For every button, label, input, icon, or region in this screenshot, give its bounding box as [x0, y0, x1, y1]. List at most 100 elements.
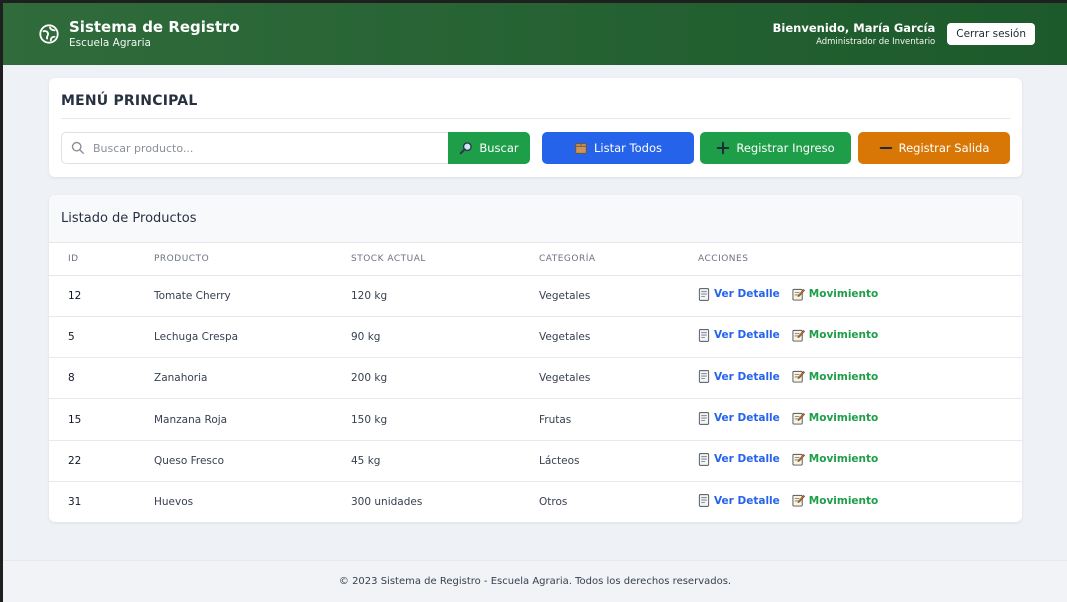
- cell-product: Manzana Roja: [154, 398, 351, 441]
- list-all-label: Listar Todos: [594, 141, 662, 155]
- cell-stock: 90 kg: [351, 316, 539, 359]
- cell-stock: 150 kg: [351, 398, 539, 441]
- minus-icon: [879, 146, 892, 150]
- cell-id: 8: [49, 357, 154, 400]
- register-entry-label: Registrar Ingreso: [736, 141, 835, 155]
- column-header-stock: STOCK ACTUAL: [351, 243, 539, 276]
- cell-id: 5: [49, 316, 154, 359]
- memo-icon: [792, 494, 805, 507]
- cell-actions: Ver Detalle Movimiento: [698, 440, 1022, 482]
- column-header-actions: ACCIONES: [698, 243, 1022, 276]
- cell-actions: Ver Detalle Movimiento: [698, 398, 1022, 441]
- table-header-row: ID PRODUCTO STOCK ACTUAL CATEGORÍA ACCIO…: [49, 243, 1022, 276]
- cell-category: Lácteos: [539, 440, 698, 482]
- movement-label: Movimiento: [808, 412, 879, 425]
- view-detail-link[interactable]: Ver Detalle: [698, 287, 780, 301]
- view-detail-label: Ver Detalle: [714, 329, 780, 342]
- search-box: [61, 132, 449, 164]
- document-icon: [698, 453, 710, 466]
- movement-link[interactable]: Movimiento: [792, 412, 878, 425]
- column-header-category: CATEGORÍA: [539, 243, 698, 276]
- cell-category: Vegetales: [539, 357, 698, 400]
- memo-icon: [792, 370, 805, 383]
- search-button[interactable]: Buscar: [448, 132, 530, 164]
- cell-id: 22: [49, 440, 154, 482]
- cell-stock: 45 kg: [351, 440, 539, 482]
- document-icon: [698, 370, 710, 384]
- logout-button[interactable]: Cerrar sesión: [947, 23, 1035, 45]
- cell-actions: Ver Detalle Movimiento: [698, 275, 1022, 317]
- cell-product: Tomate Cherry: [154, 275, 351, 317]
- products-card: Listado de Productos ID PRODUCTO STOCK A…: [49, 195, 1022, 522]
- cell-category: Otros: [539, 496, 568, 509]
- search-input[interactable]: [93, 141, 433, 155]
- register-exit-label: Registrar Salida: [898, 141, 990, 155]
- user-area: Bienvenido, María García Administrador d…: [773, 20, 1035, 48]
- view-detail-link[interactable]: Ver Detalle: [698, 411, 780, 425]
- main-menu-title: MENÚ PRINCIPAL: [61, 93, 198, 109]
- table-row: 31 Huevos 300 unidades Otros Ver Detalle Movi…: [49, 481, 1022, 522]
- magnifier-icon: [460, 142, 473, 155]
- view-detail-label: Ver Detalle: [714, 288, 780, 301]
- column-header-id: ID: [49, 243, 154, 276]
- view-detail-link[interactable]: Ver Detalle: [698, 453, 780, 466]
- cell-id: 12: [49, 275, 154, 317]
- table-row: 15 Manzana Roja 150 kg Frutas Ver Detalle Mov…: [49, 398, 1022, 441]
- table-row: 22 Queso Fresco 45 kg Lácteos Ver Detalle Mov…: [49, 440, 1022, 482]
- cell-stock: 300 unidades: [351, 496, 423, 509]
- memo-icon: [792, 412, 805, 425]
- view-detail-label: Ver Detalle: [714, 453, 780, 466]
- view-detail-link[interactable]: Ver Detalle: [698, 370, 780, 384]
- table-row: 5 Lechuga Crespa 90 kg Vegetales Ver Detalle…: [49, 316, 1022, 359]
- footer-text: © 2023 Sistema de Registro - Escuela Agr…: [338, 576, 732, 587]
- document-icon: [698, 329, 710, 342]
- document-icon: [698, 287, 710, 301]
- view-detail-link[interactable]: Ver Detalle: [698, 329, 780, 342]
- movement-label: Movimiento: [808, 329, 879, 342]
- register-exit-button[interactable]: Registrar Salida: [858, 132, 1010, 164]
- products-title: Listado de Productos: [49, 195, 1022, 243]
- products-table: ID PRODUCTO STOCK ACTUAL CATEGORÍA ACCIO…: [49, 243, 1022, 522]
- movement-link[interactable]: Movimiento: [792, 494, 878, 507]
- app-title: Sistema de Registro: [69, 18, 240, 36]
- cell-product: Lechuga Crespa: [154, 316, 351, 359]
- movement-link[interactable]: Movimiento: [792, 370, 878, 383]
- user-role: Administrador de Inventario: [816, 37, 936, 47]
- memo-icon: [792, 288, 805, 301]
- cell-product: Zanahoria: [154, 357, 351, 400]
- leaf-logo-icon: [39, 24, 59, 44]
- brand: Sistema de Registro Escuela Agraria: [38, 18, 240, 50]
- cell-category: Frutas: [539, 398, 698, 441]
- cell-product: Huevos: [154, 496, 194, 509]
- view-detail-label: Ver Detalle: [714, 370, 780, 383]
- app-window: Sistema de Registro Escuela Agraria Bien…: [3, 3, 1067, 602]
- products-table-body: 12 Tomate Cherry 120 kg Vegetales Ver Detall…: [49, 275, 1022, 522]
- memo-icon: [792, 453, 805, 466]
- cell-actions: Ver Detalle Movimiento: [698, 481, 1022, 522]
- main-menu-card: MENÚ PRINCIPAL Buscar Listar Todos: [49, 78, 1022, 177]
- cell-actions: Ver Detalle Movimiento: [698, 316, 1022, 359]
- table-row: 12 Tomate Cherry 120 kg Vegetales Ver Detall…: [49, 275, 1022, 317]
- list-all-button[interactable]: Listar Todos: [542, 132, 694, 164]
- movement-link[interactable]: Movimiento: [792, 288, 878, 301]
- user-greeting: Bienvenido, María García: [772, 21, 936, 35]
- box-icon: [575, 143, 587, 154]
- memo-icon: [792, 329, 805, 342]
- menu-divider: [61, 118, 1010, 119]
- view-detail-label: Ver Detalle: [714, 412, 780, 425]
- plus-icon: [717, 141, 730, 155]
- cell-id: 15: [49, 398, 154, 441]
- view-detail-link[interactable]: Ver Detalle: [698, 494, 780, 508]
- cell-actions: Ver Detalle Movimiento: [698, 357, 1022, 400]
- movement-label: Movimiento: [808, 453, 879, 466]
- cell-stock: 200 kg: [351, 357, 539, 400]
- cell-category: Vegetales: [539, 316, 698, 359]
- movement-label: Movimiento: [808, 370, 879, 383]
- cell-id: 31: [68, 496, 82, 509]
- view-detail-label: Ver Detalle: [714, 494, 780, 507]
- movement-link[interactable]: Movimiento: [792, 329, 878, 342]
- movement-link[interactable]: Movimiento: [792, 453, 878, 466]
- register-entry-button[interactable]: Registrar Ingreso: [700, 132, 851, 164]
- page-footer: © 2023 Sistema de Registro - Escuela Agr…: [3, 560, 1067, 602]
- document-icon: [698, 411, 710, 425]
